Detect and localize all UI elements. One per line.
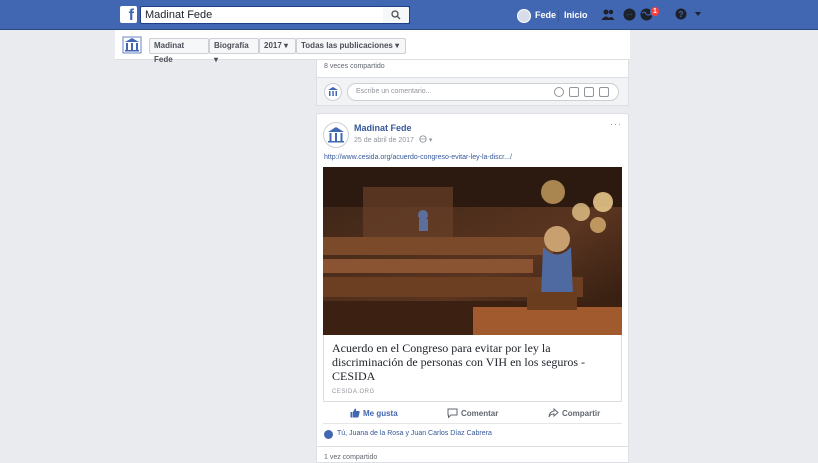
timeline-year-label: 2017 bbox=[264, 41, 282, 50]
timeline-section-label: Biografía bbox=[214, 41, 249, 50]
thumbs-up-icon bbox=[350, 408, 360, 418]
messenger-icon[interactable] bbox=[623, 8, 636, 21]
profile-logo-icon bbox=[328, 87, 338, 96]
home-link[interactable]: Inicio bbox=[564, 10, 588, 20]
link-preview[interactable]: Acuerdo en el Congreso para evitar por l… bbox=[323, 335, 622, 402]
chevron-down-icon[interactable]: ▾ bbox=[429, 137, 433, 144]
post-timestamp: 25 de abril de 2017 ▾ bbox=[354, 135, 432, 144]
profile-link[interactable]: Fede bbox=[535, 10, 556, 20]
like-reaction-icon bbox=[324, 430, 333, 439]
shares-count[interactable]: 8 veces compartido bbox=[324, 63, 385, 70]
share-button[interactable]: Compartir bbox=[548, 407, 601, 418]
timeline-filter-label: Todas las publicaciones bbox=[301, 41, 393, 50]
reactions-summary[interactable]: Tú, Juana de la Rosa y Juan Carlos Díaz … bbox=[317, 425, 628, 445]
search-icon bbox=[391, 10, 401, 20]
avatar[interactable] bbox=[323, 122, 349, 148]
post-date[interactable]: 25 de abril de 2017 bbox=[354, 137, 414, 144]
profile-logo-icon[interactable] bbox=[122, 36, 142, 54]
link-domain: CESIDA.ORG bbox=[332, 389, 375, 395]
share-label: Compartir bbox=[562, 409, 601, 418]
share-icon bbox=[548, 407, 559, 418]
chevron-down-icon: ▾ bbox=[284, 41, 289, 50]
account-menu-icon[interactable] bbox=[695, 12, 701, 17]
sticker-icon[interactable] bbox=[599, 87, 609, 97]
post-options-icon[interactable]: ··· bbox=[610, 119, 622, 129]
emoji-icon[interactable] bbox=[554, 87, 564, 97]
timeline-profile-name[interactable]: Madinat Fede bbox=[149, 38, 209, 64]
previous-post-footer: 8 veces compartido Escribe un comentario… bbox=[316, 60, 629, 106]
timeline-navigation-bar: Madinat Fede Biografía ▾ 2017 ▾ Todas la… bbox=[115, 30, 630, 64]
avatar bbox=[324, 83, 342, 101]
chevron-down-icon: ▾ bbox=[395, 41, 400, 50]
search-input[interactable]: Madinat Fede bbox=[140, 6, 410, 24]
camera-icon[interactable] bbox=[569, 87, 579, 97]
top-navigation-bar: f Madinat Fede Fede Inicio 1 ? bbox=[0, 0, 818, 30]
globe-icon[interactable] bbox=[419, 135, 427, 143]
post-author[interactable]: Madinat Fede bbox=[354, 123, 412, 133]
post-actions: Me gusta Comentar Compartir bbox=[323, 404, 622, 424]
post-card: Madinat Fede 25 de abril de 2017 ▾ ··· h… bbox=[316, 113, 629, 463]
profile-avatar[interactable] bbox=[517, 9, 531, 23]
search-button[interactable] bbox=[383, 6, 410, 24]
comment-button[interactable]: Comentar bbox=[447, 408, 499, 419]
feed-column: 8 veces compartido Escribe un comentario… bbox=[316, 60, 629, 463]
friend-requests-icon[interactable] bbox=[601, 8, 615, 21]
gif-icon[interactable] bbox=[584, 87, 594, 97]
notifications-badge: 1 bbox=[650, 6, 660, 17]
nav-divider bbox=[558, 10, 559, 22]
svg-text:?: ? bbox=[679, 10, 684, 19]
like-button[interactable]: Me gusta bbox=[350, 408, 398, 418]
comment-label: Comentar bbox=[461, 409, 499, 418]
facebook-logo[interactable]: f bbox=[120, 6, 137, 23]
like-label: Me gusta bbox=[363, 409, 398, 418]
timeline-section-dropdown[interactable]: Biografía ▾ bbox=[209, 38, 259, 64]
link-title[interactable]: Acuerdo en el Congreso para evitar por l… bbox=[332, 341, 602, 383]
shares-count[interactable]: 1 vez compartido bbox=[324, 454, 377, 461]
link-preview-image[interactable] bbox=[323, 167, 622, 335]
chevron-down-icon: ▾ bbox=[214, 55, 219, 64]
divider bbox=[317, 446, 628, 447]
comment-composer: Escribe un comentario... bbox=[317, 77, 628, 105]
timeline-year-dropdown[interactable]: 2017 ▾ bbox=[259, 38, 296, 54]
reactions-text[interactable]: Tú, Juana de la Rosa y Juan Carlos Díaz … bbox=[337, 430, 492, 437]
profile-logo-icon bbox=[328, 127, 344, 143]
post-url[interactable]: http://www.cesida.org/acuerdo-congreso-e… bbox=[324, 154, 512, 161]
comment-icon bbox=[447, 408, 458, 419]
timeline-filter-dropdown[interactable]: Todas las publicaciones ▾ bbox=[296, 38, 406, 54]
help-icon[interactable]: ? bbox=[675, 8, 687, 20]
